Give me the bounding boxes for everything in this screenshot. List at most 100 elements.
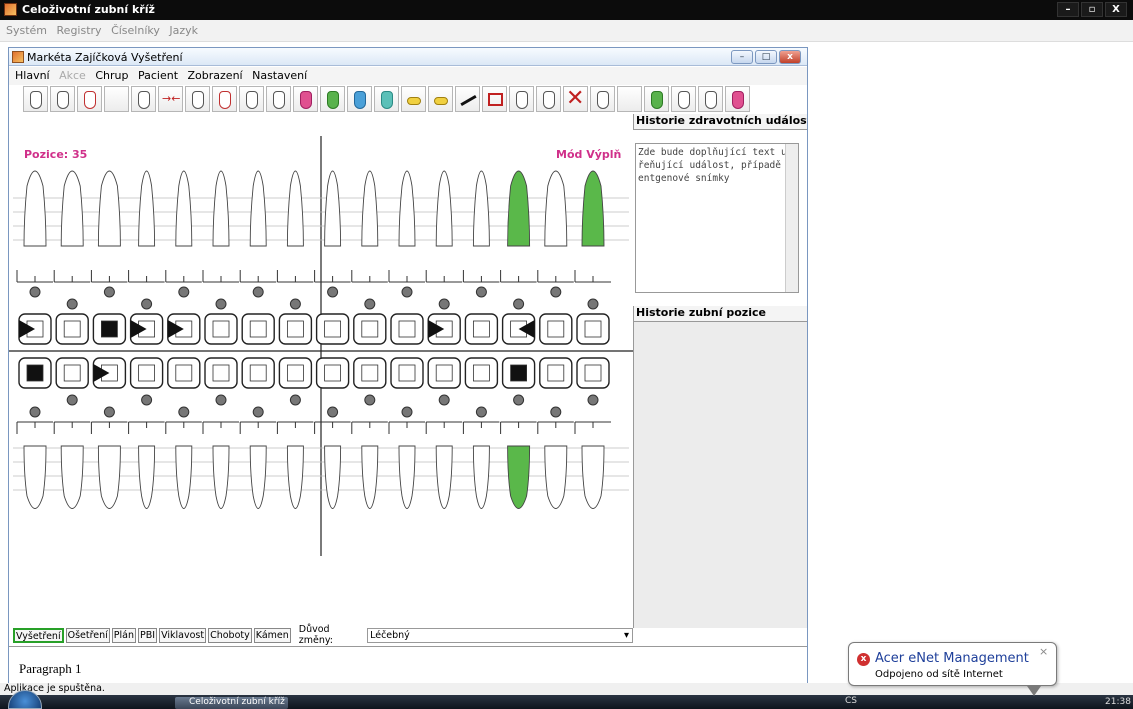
close-button[interactable]: X [1105, 2, 1127, 17]
chart-tabs: Vyšetření Ošetření Plán PBI Viklavost Ch… [13, 624, 633, 646]
menu-language[interactable]: Jazyk [169, 24, 198, 37]
upper-tooth [435, 170, 453, 247]
minimize-button[interactable]: – [1057, 2, 1079, 17]
dental-chart[interactable] [9, 116, 633, 628]
notes-editor[interactable]: Paragraph 1 [9, 646, 807, 684]
inner-minimize-button[interactable]: – [731, 50, 753, 64]
balloon-title: Acer eNet Management [875, 651, 1029, 666]
upper-tooth [175, 170, 193, 247]
menu-system[interactable]: Systém [6, 24, 47, 37]
window-icon [12, 51, 24, 63]
tooth-yellow-icon[interactable] [428, 86, 453, 112]
line-icon[interactable] [455, 86, 480, 112]
position-history-panel [633, 322, 807, 628]
tooth-purple-icon[interactable] [293, 86, 318, 112]
upper-tooth [97, 170, 121, 247]
tooth-double-icon[interactable] [266, 86, 291, 112]
tooth-grid-icon[interactable] [509, 86, 534, 112]
health-history-text[interactable]: Zde bude doplňující text upřeňující udál… [635, 143, 799, 293]
lower-tooth [324, 445, 342, 509]
menu-view[interactable]: Zobrazení [188, 69, 243, 82]
lower-probe-dot [289, 394, 301, 406]
language-indicator[interactable]: CS [845, 696, 857, 706]
menu-settings[interactable]: Nastavení [252, 69, 307, 82]
tab-calculus[interactable]: Kámen [253, 627, 291, 643]
clock[interactable]: 21:38 [1105, 697, 1131, 707]
lower-tooth [361, 445, 379, 509]
box-icon[interactable] [482, 86, 507, 112]
root-canal-icon[interactable] [185, 86, 210, 112]
menu-main[interactable]: Hlavní [15, 69, 50, 82]
lower-tooth [507, 445, 531, 509]
upper-tooth [544, 170, 568, 247]
notification-balloon[interactable]: x Acer eNet Management Odpojeno od sítě … [848, 642, 1057, 696]
lower-surface-center [584, 364, 602, 382]
upper-tooth [138, 170, 156, 247]
tooth-gray-icon[interactable] [536, 86, 561, 112]
tooth-red-icon[interactable] [77, 86, 102, 112]
upper-surface-center [472, 320, 490, 338]
tab-treatment[interactable]: Ošetření [65, 627, 110, 643]
lower-probe-dot [401, 406, 413, 418]
tooth-wide-icon[interactable] [590, 86, 615, 112]
lower-probe-dot [475, 406, 487, 418]
tooth-outline-icon[interactable] [23, 86, 48, 112]
tab-pbi[interactable]: PBI [138, 627, 158, 643]
lower-probe-dot [438, 394, 450, 406]
health-history-scrollbar[interactable] [785, 144, 798, 292]
root-red-icon[interactable] [212, 86, 237, 112]
inner-maximize-button[interactable]: □ [755, 50, 777, 64]
maximize-button[interactable]: ▫ [1081, 2, 1103, 17]
extract-x-icon[interactable]: ✕ [563, 86, 588, 112]
bridge-arrow-icon[interactable]: →← [158, 86, 183, 112]
window-controls: – ▫ X [1057, 2, 1127, 18]
balloon-tail [1027, 686, 1041, 696]
lower-probe-dot [178, 406, 190, 418]
upper-probe-dot [475, 286, 487, 298]
lower-tooth [138, 445, 156, 509]
upper-surface-center [212, 320, 230, 338]
lower-surface-center [175, 364, 193, 382]
blank2-icon[interactable] [617, 86, 642, 112]
lower-probe-dot [327, 406, 339, 418]
menu-codebooks[interactable]: Číselníky [111, 24, 160, 37]
lower-tooth [435, 445, 453, 509]
menu-dentition[interactable]: Chrup [95, 69, 128, 82]
lower-probe-dot [29, 406, 41, 418]
tooth-green2-icon[interactable] [644, 86, 669, 112]
menu-registry[interactable]: Registry [57, 24, 102, 37]
upper-tooth [23, 170, 47, 247]
tooth-blue-icon[interactable] [347, 86, 372, 112]
upper-probe-dot [141, 298, 153, 310]
lower-probe-dot [215, 394, 227, 406]
lower-tooth [544, 445, 568, 509]
tooth-teal-icon[interactable] [374, 86, 399, 112]
tooth-pink-icon[interactable] [725, 86, 750, 112]
balloon-close-icon[interactable]: × [1039, 645, 1048, 658]
tooth-root-icon[interactable] [50, 86, 75, 112]
tooth-green-icon[interactable] [320, 86, 345, 112]
menu-patient[interactable]: Pacient [138, 69, 178, 82]
balloon-text: Odpojeno od sítě Internet [875, 669, 1003, 680]
tooth-dark-icon[interactable] [239, 86, 264, 112]
tab-examination[interactable]: Vyšetření [13, 627, 64, 643]
tab-pockets[interactable]: Choboty [208, 627, 252, 643]
taskbar-window-button[interactable]: Celoživotní zubní kříž [175, 697, 288, 709]
upper-tooth [212, 170, 230, 247]
upper-probe-dot [29, 286, 41, 298]
inner-close-button[interactable]: x [779, 50, 801, 64]
error-icon: x [857, 653, 870, 666]
upper-probe-dot [364, 298, 376, 310]
lower-probe-dot [364, 394, 376, 406]
blank-icon[interactable] [104, 86, 129, 112]
plus-tooth-icon[interactable] [698, 86, 723, 112]
filling-yellow-icon[interactable] [401, 86, 426, 112]
implant-icon[interactable] [131, 86, 156, 112]
lower-probe-dot [66, 394, 78, 406]
upper-tooth [286, 170, 304, 247]
tooth-plus-icon[interactable] [671, 86, 696, 112]
tab-mobility[interactable]: Viklavost [159, 627, 207, 643]
tab-plan[interactable]: Plán [111, 627, 137, 643]
reason-select[interactable]: Léčebný [367, 627, 633, 643]
upper-probe-dot [215, 298, 227, 310]
